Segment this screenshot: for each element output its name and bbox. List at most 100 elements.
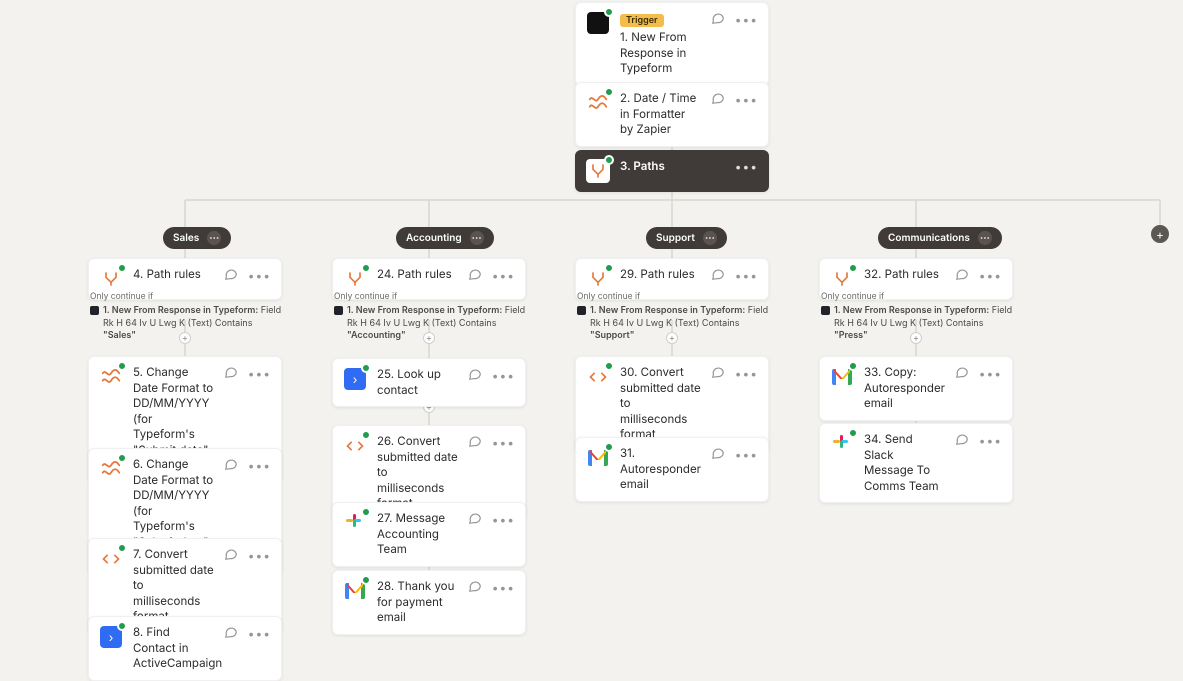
more-icon[interactable]: ••• (735, 159, 758, 174)
trigger-step[interactable]: Trigger 1. New From Response in Typeform… (575, 2, 769, 86)
path-menu-icon[interactable]: ⋯ (470, 231, 484, 245)
comment-icon[interactable] (711, 365, 725, 382)
action-step[interactable]: 27. Message Accounting Team ••• (332, 502, 526, 567)
status-success-icon (117, 621, 127, 631)
more-icon[interactable]: ••• (248, 458, 271, 473)
comment-icon[interactable] (711, 446, 725, 463)
more-icon[interactable]: ••• (492, 580, 515, 595)
status-success-icon (604, 263, 614, 273)
more-icon[interactable]: ••• (492, 435, 515, 450)
comment-icon[interactable] (955, 267, 969, 284)
trigger-pill: Trigger (620, 14, 664, 27)
comment-icon[interactable] (955, 365, 969, 382)
path-condition: Only continue if 1. New From Response in… (821, 292, 1015, 342)
path-menu-icon[interactable]: ⋯ (978, 231, 992, 245)
status-success-icon (117, 543, 127, 553)
comment-icon[interactable] (711, 267, 725, 284)
more-icon[interactable]: ••• (979, 268, 1002, 283)
slack-icon (833, 435, 851, 453)
more-icon[interactable]: ••• (492, 368, 515, 383)
comment-icon[interactable] (468, 267, 482, 284)
more-icon[interactable]: ••• (735, 366, 758, 381)
step-title: 34. Send Slack Message To Comms Team (864, 432, 945, 494)
more-icon[interactable]: ••• (492, 512, 515, 527)
status-success-icon (361, 575, 371, 585)
more-icon[interactable]: ••• (735, 92, 758, 107)
path-condition: Only continue if 1. New From Response in… (577, 292, 771, 342)
step-title: 28. Thank you for payment email (377, 579, 458, 626)
action-step[interactable]: 34. Send Slack Message To Comms Team ••• (819, 423, 1013, 503)
path-label: Support (656, 232, 695, 244)
comment-icon[interactable] (711, 91, 725, 108)
more-icon[interactable]: ••• (492, 268, 515, 283)
gmail-icon (832, 369, 852, 385)
step-title: 30. Convert submitted date to millisecon… (620, 365, 701, 443)
action-step[interactable]: › 8. Find Contact in ActiveCampaign ••• (88, 616, 282, 681)
status-success-icon (361, 263, 371, 273)
more-icon[interactable]: ••• (248, 366, 271, 381)
step-title: 24. Path rules (377, 267, 458, 283)
step-title: 7. Convert submitted date to millisecond… (133, 547, 214, 625)
path-menu-icon[interactable]: ⋯ (207, 231, 221, 245)
more-icon[interactable]: ••• (979, 366, 1002, 381)
more-icon[interactable]: ••• (735, 12, 758, 27)
action-step[interactable]: 2. Date / Time in Formatter by Zapier ••… (575, 82, 769, 147)
status-success-icon (848, 263, 858, 273)
step-title: 4. Path rules (133, 267, 214, 283)
comment-icon[interactable] (224, 267, 238, 284)
step-title: 26. Convert submitted date to millisecon… (377, 434, 458, 512)
more-icon[interactable]: ••• (979, 433, 1002, 448)
more-icon[interactable]: ••• (248, 626, 271, 641)
path-label: Communications (888, 232, 970, 244)
path-menu-icon[interactable]: ⋯ (703, 231, 717, 245)
action-step[interactable]: 33. Copy: Autoresponder email ••• (819, 356, 1013, 421)
step-title: 3. Paths (620, 159, 725, 175)
typeform-mini-icon (90, 306, 99, 315)
comment-icon[interactable] (224, 547, 238, 564)
typeform-mini-icon (334, 306, 343, 315)
gmail-icon (588, 450, 608, 466)
path-pill-support[interactable]: Support ⋯ (646, 227, 727, 249)
add-path-button[interactable]: + (1151, 225, 1169, 243)
comment-icon[interactable] (711, 11, 725, 28)
paths-step[interactable]: 3. Paths ••• (575, 150, 769, 192)
comment-icon[interactable] (224, 625, 238, 642)
typeform-mini-icon (821, 306, 830, 315)
step-title: 27. Message Accounting Team (377, 511, 458, 558)
comment-icon[interactable] (224, 365, 238, 382)
path-pill-accounting[interactable]: Accounting ⋯ (396, 227, 494, 249)
comment-icon[interactable] (955, 432, 969, 449)
more-icon[interactable]: ••• (248, 268, 271, 283)
status-success-icon (604, 7, 614, 17)
path-label: Accounting (406, 232, 462, 244)
typeform-mini-icon (577, 306, 586, 315)
action-step[interactable]: 28. Thank you for payment email ••• (332, 570, 526, 635)
status-success-icon (361, 507, 371, 517)
slack-icon (346, 514, 364, 532)
step-title: 33. Copy: Autoresponder email (864, 365, 945, 412)
path-pill-sales[interactable]: Sales ⋯ (163, 227, 231, 249)
path-label: Sales (173, 232, 199, 244)
status-success-icon (117, 361, 127, 371)
more-icon[interactable]: ••• (735, 447, 758, 462)
step-title: 25. Look up contact (377, 367, 458, 398)
action-step[interactable]: › 25. Look up contact ••• (332, 358, 526, 407)
comment-icon[interactable] (468, 511, 482, 528)
comment-icon[interactable] (468, 367, 482, 384)
comment-icon[interactable] (468, 434, 482, 451)
step-title: 2. Date / Time in Formatter by Zapier (620, 91, 701, 138)
workflow-canvas[interactable]: + + + + + + + + + + + + + + + Trigger 1.… (0, 0, 1183, 665)
action-step[interactable]: 31. Autoresponder email ••• (575, 437, 769, 502)
path-pill-communications[interactable]: Communications ⋯ (878, 227, 1002, 249)
status-success-icon (848, 428, 858, 438)
status-success-icon (604, 87, 614, 97)
comment-icon[interactable] (224, 457, 238, 474)
status-success-icon (361, 363, 371, 373)
status-success-icon (117, 453, 127, 463)
step-title: 32. Path rules (864, 267, 945, 283)
gmail-icon (345, 583, 365, 599)
more-icon[interactable]: ••• (248, 548, 271, 563)
comment-icon[interactable] (468, 579, 482, 596)
status-success-icon (361, 430, 371, 440)
more-icon[interactable]: ••• (735, 268, 758, 283)
